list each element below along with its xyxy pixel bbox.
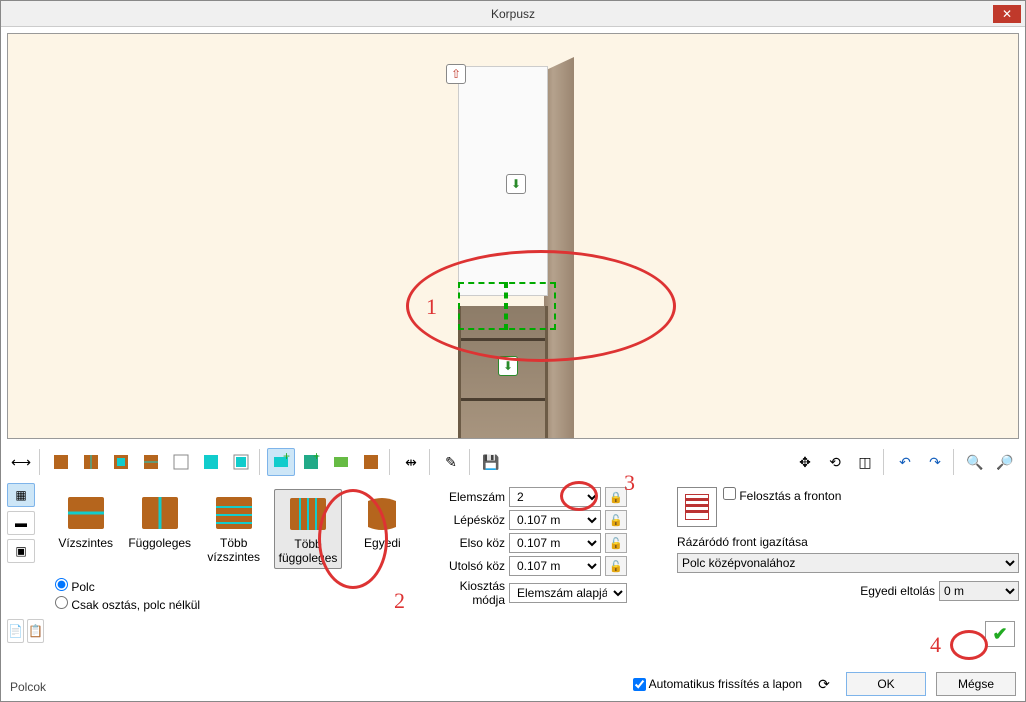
tool-box[interactable]: ◫ xyxy=(851,448,879,476)
radio-divonly[interactable]: Csak osztás, polc nélkül xyxy=(55,595,413,613)
tool-mirror[interactable]: ⇹ xyxy=(397,448,425,476)
svg-text:+: + xyxy=(313,453,320,463)
align-label: Rázáródó front igazítása xyxy=(677,535,1019,549)
count-input[interactable]: 2 xyxy=(509,487,601,507)
side-tabs: ▦ ▬ ▣ 📄 📋 xyxy=(7,483,43,643)
offset-input[interactable]: 0 m xyxy=(939,581,1019,601)
front-split-icon xyxy=(677,487,717,527)
check-icon: ✔ xyxy=(992,624,1007,645)
tool-shelf-add3[interactable] xyxy=(327,448,355,476)
split-front-checkbox[interactable]: Felosztás a fronton xyxy=(723,487,841,503)
step-input[interactable]: 0.107 m xyxy=(509,510,601,530)
side-tab-3d[interactable]: ▣ xyxy=(7,539,35,563)
tool-cab2[interactable] xyxy=(77,448,105,476)
auto-update-checkbox[interactable]: Automatikus frissítés a lapon xyxy=(633,677,802,691)
mode-select[interactable]: Elemszám alapján xyxy=(509,583,627,603)
tool-save[interactable]: 💾 xyxy=(477,448,505,476)
undo-button[interactable]: ↶ xyxy=(891,448,919,476)
cancel-button[interactable]: Mégse xyxy=(936,672,1016,696)
redo-button[interactable]: ↷ xyxy=(921,448,949,476)
svg-text:+: + xyxy=(283,453,290,463)
tool-shelf-add[interactable]: + xyxy=(267,448,295,476)
first-input[interactable]: 0.107 m xyxy=(509,533,601,553)
last-label: Utolsó köz xyxy=(425,559,505,573)
tool-cab1[interactable] xyxy=(47,448,75,476)
step-lock-icon[interactable]: 🔓 xyxy=(605,510,627,530)
mode-label: Kiosztás módja xyxy=(425,579,505,607)
close-button[interactable]: ✕ xyxy=(993,5,1021,23)
bottom-bar: Automatikus frissítés a lapon ⟳ OK Mégse xyxy=(10,672,1016,696)
gallery-item-horizontal[interactable]: Vízszintes xyxy=(53,489,118,569)
tool-cab7[interactable] xyxy=(227,448,255,476)
align-select[interactable]: Polc középvonalához xyxy=(677,553,1019,573)
tool-cab6[interactable] xyxy=(197,448,225,476)
first-label: Elso köz xyxy=(425,536,505,550)
last-lock-icon[interactable]: 🔓 xyxy=(605,556,627,576)
annotation-1: 1 xyxy=(426,294,437,320)
last-input[interactable]: 0.107 m xyxy=(509,556,601,576)
side-tab-flat[interactable]: ▬ xyxy=(7,511,35,535)
insert-icon-bottom[interactable]: ⬇ xyxy=(498,356,518,376)
radio-shelf[interactable]: Polc xyxy=(55,577,413,595)
viewport-3d[interactable]: ⇧ ⬇ ⬇ 1 xyxy=(7,33,1019,439)
step-label: Lépésköz xyxy=(425,513,505,527)
tool-shelf-add4[interactable] xyxy=(357,448,385,476)
gallery-item-custom[interactable]: Egyedi xyxy=(350,489,415,569)
count-lock-icon[interactable]: 🔒 xyxy=(605,487,627,507)
copy-icon[interactable]: 📄 xyxy=(7,619,24,643)
annotation-4: 4 xyxy=(930,632,941,658)
tool-cab3[interactable] xyxy=(107,448,135,476)
reload-icon[interactable]: ⟳ xyxy=(812,673,836,695)
window-title: Korpusz xyxy=(491,7,535,21)
gallery-item-vertical[interactable]: Függoleges xyxy=(126,489,193,569)
ok-button[interactable]: OK xyxy=(846,672,926,696)
shelf-type-gallery: Vízszintes Függoleges Több vízszintes Tö… xyxy=(49,483,419,643)
gallery-item-multi-horizontal[interactable]: Több vízszintes xyxy=(201,489,266,569)
main-toolbar: ⟷ + + ⇹ ✎ 💾 ✥ ⟲ ◫ ↶ ↷ 🔍 🔎 xyxy=(7,445,1019,479)
shelf-mode-radios: Polc Csak osztás, polc nélkül xyxy=(49,571,419,619)
paste-icon[interactable]: 📋 xyxy=(27,619,44,643)
insert-icon-top[interactable]: ⬇ xyxy=(506,174,526,194)
tool-rotate[interactable]: ⟲ xyxy=(821,448,849,476)
count-label: Elemszám xyxy=(425,490,505,504)
gallery-item-multi-vertical[interactable]: Több függoleges xyxy=(274,489,341,569)
tool-dimensions[interactable]: ⟷ xyxy=(7,448,35,476)
annotation-ellipse-4 xyxy=(950,630,988,660)
tool-cab5[interactable] xyxy=(167,448,195,476)
zoom-fit[interactable]: 🔍 xyxy=(961,448,989,476)
tool-shelf-add2[interactable]: + xyxy=(297,448,325,476)
right-panel: Felosztás a fronton Rázáródó front igazí… xyxy=(677,483,1019,643)
parameter-panel: Elemszám 2 🔒 Lépésköz 0.107 m 🔓 Elso köz… xyxy=(425,483,671,643)
first-lock-icon[interactable]: 🔓 xyxy=(605,533,627,553)
side-tab-shelves[interactable]: ▦ xyxy=(7,483,35,507)
tool-move[interactable]: ✥ xyxy=(791,448,819,476)
titlebar: Korpusz ✕ xyxy=(1,1,1025,27)
export-icon[interactable]: ⇧ xyxy=(446,64,466,84)
tool-cab4[interactable] xyxy=(137,448,165,476)
tool-pencil[interactable]: ✎ xyxy=(437,448,465,476)
offset-label: Egyedi eltolás xyxy=(860,584,935,598)
lower-panel: ▦ ▬ ▣ 📄 📋 Vízszintes Függoleges Több víz… xyxy=(7,483,1019,643)
apply-button[interactable]: ✔ xyxy=(985,621,1015,647)
zoom-window[interactable]: 🔎 xyxy=(991,448,1019,476)
